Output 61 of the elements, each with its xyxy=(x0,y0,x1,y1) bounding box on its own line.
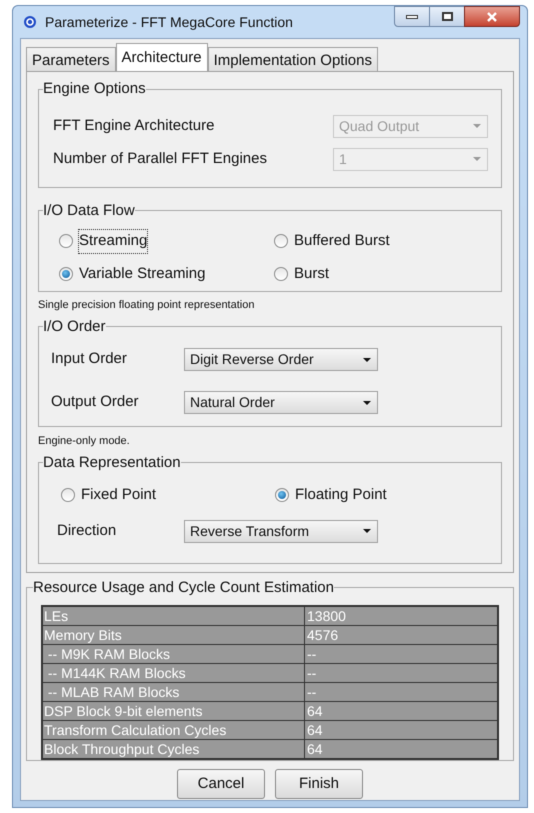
caret-icon xyxy=(362,528,372,534)
table-cell: Block Throughput Cycles xyxy=(43,740,305,758)
radio-button[interactable] xyxy=(275,488,289,502)
tab[interactable]: Implementation Options xyxy=(208,47,378,71)
table-cell: -- MLAB RAM Blocks xyxy=(43,683,305,701)
table-cell-text: -- xyxy=(306,664,318,682)
field-label: Direction xyxy=(57,520,118,541)
table-cell-text: 64 xyxy=(306,740,324,758)
precision-note: Single precision floating point representation xyxy=(38,298,256,313)
radio-button[interactable] xyxy=(274,234,288,248)
radio-label: Buffered Burst xyxy=(294,231,390,251)
radio-button[interactable] xyxy=(274,266,288,281)
minimize-button[interactable] xyxy=(394,6,430,27)
table-cell-text: 13800 xyxy=(306,607,347,625)
table-cell-text: -- xyxy=(306,645,318,663)
table-cell: Memory Bits xyxy=(43,626,305,644)
minimize-icon xyxy=(406,14,418,18)
app-icon xyxy=(23,15,37,29)
caret-icon xyxy=(362,400,372,406)
window-title: Parameterize - FFT MegaCore Function xyxy=(45,12,293,32)
table-cell: DSP Block 9-bit elements xyxy=(43,702,305,720)
caret-icon xyxy=(472,123,482,129)
radio-button[interactable] xyxy=(59,266,73,281)
tab[interactable]: Architecture xyxy=(116,43,208,71)
dropdown[interactable]: Natural Order xyxy=(184,391,378,414)
mode-note: Engine-only mode. xyxy=(38,434,131,449)
radio-label: Burst xyxy=(294,264,330,284)
dialog-button[interactable]: Cancel xyxy=(177,769,265,799)
maximize-button[interactable] xyxy=(430,6,464,27)
table-cell: -- M9K RAM Blocks xyxy=(43,645,305,663)
tab[interactable]: Parameters xyxy=(26,47,116,71)
group-title: Engine Options xyxy=(43,79,146,99)
group-title: I/O Order xyxy=(43,316,106,336)
radio-button[interactable] xyxy=(61,488,75,502)
radio-button[interactable] xyxy=(59,234,73,248)
maximize-icon xyxy=(442,12,452,21)
table-cell: LEs xyxy=(43,607,305,625)
group-title: Data Representation xyxy=(43,452,181,472)
close-icon xyxy=(486,12,498,22)
table-cell: Transform Calculation Cycles xyxy=(43,721,305,739)
field-label: Output Order xyxy=(51,392,140,412)
close-button[interactable] xyxy=(464,6,520,27)
field-label: FFT Engine Architecture xyxy=(53,116,214,136)
table-cell-text: -- xyxy=(306,683,318,701)
dialog-button[interactable]: Finish xyxy=(275,769,363,799)
table-cell-text: 4576 xyxy=(306,626,340,644)
table-cell-text: 64 xyxy=(306,702,324,720)
field-label: Number of Parallel FFT Engines xyxy=(53,148,267,169)
field-label: Input Order xyxy=(51,349,128,370)
table-cell-text: 64 xyxy=(306,721,324,739)
group-title: I/O Data Flow xyxy=(43,200,135,220)
group-title: Resource Usage and Cycle Count Estimation xyxy=(33,578,334,598)
dropdown[interactable]: Reverse Transform xyxy=(184,520,378,542)
table-cell: -- M144K RAM Blocks xyxy=(43,664,305,682)
dropdown[interactable]: Digit Reverse Order xyxy=(184,348,378,371)
caret-icon xyxy=(362,356,372,362)
radio-label: Variable Streaming xyxy=(79,264,206,284)
radio-label: Streaming xyxy=(79,230,148,252)
caret-icon xyxy=(472,156,482,162)
radio-label: Floating Point xyxy=(295,485,387,505)
radio-label: Fixed Point xyxy=(81,485,156,505)
